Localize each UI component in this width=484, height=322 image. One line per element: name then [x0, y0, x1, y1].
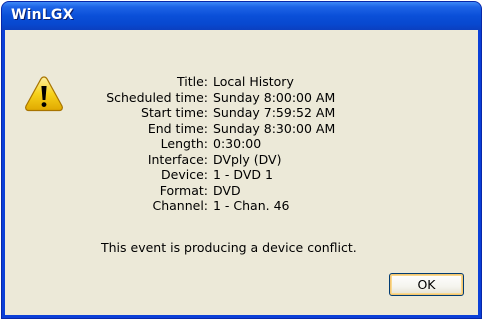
detail-row: Title: Local History [97, 74, 335, 90]
detail-value: 0:30:00 [213, 136, 262, 151]
detail-value: Sunday 8:30:00 AM [213, 120, 336, 136]
detail-row: Format: DVD [97, 183, 335, 199]
dialog-window: WinLGX Title: Local History Scheduled time… [1, 1, 482, 319]
detail-label: Title: [177, 74, 208, 89]
detail-value: 1 - DVD 1 [213, 167, 273, 182]
window-title: WinLGX [11, 7, 74, 23]
detail-value: Local History [213, 74, 294, 89]
dialog-body: Title: Local History Scheduled time: Sunday… [5, 30, 478, 315]
detail-value: Sunday 8:00:00 AM [213, 89, 336, 105]
detail-row: Length: 0:30:00 [97, 136, 335, 152]
detail-row: Interface: DVply (DV) [97, 152, 335, 168]
warning-icon [25, 76, 63, 112]
detail-label: Length: [160, 136, 208, 151]
detail-row: Scheduled time: Sunday 8:00:00 AM [97, 90, 335, 106]
ok-button[interactable]: OK [389, 273, 464, 296]
detail-row: Channel: 1 - Chan. 46 [97, 198, 335, 214]
detail-value: Sunday 7:59:52 AM [213, 105, 336, 120]
detail-label: Start time: [141, 105, 208, 120]
detail-value: DVD [213, 182, 241, 198]
detail-label: Format: [159, 182, 208, 198]
detail-row: End time: Sunday 8:30:00 AM [97, 121, 335, 137]
event-details: Title: Local History Scheduled time: Sunday… [97, 74, 335, 214]
conflict-message: This event is producing a device conflic… [101, 240, 357, 255]
detail-value: DVply (DV) [213, 151, 282, 167]
detail-label: Interface: [147, 151, 208, 167]
detail-row: Start time: Sunday 7:59:52 AM [97, 105, 335, 121]
detail-label: Scheduled time: [106, 89, 208, 105]
title-bar[interactable]: WinLGX [2, 2, 481, 30]
detail-value: 1 - Chan. 46 [213, 198, 290, 213]
detail-label: End time: [147, 120, 208, 136]
detail-row: Device: 1 - DVD 1 [97, 167, 335, 183]
detail-label: Device: [161, 167, 208, 182]
detail-label: Channel: [152, 198, 208, 213]
